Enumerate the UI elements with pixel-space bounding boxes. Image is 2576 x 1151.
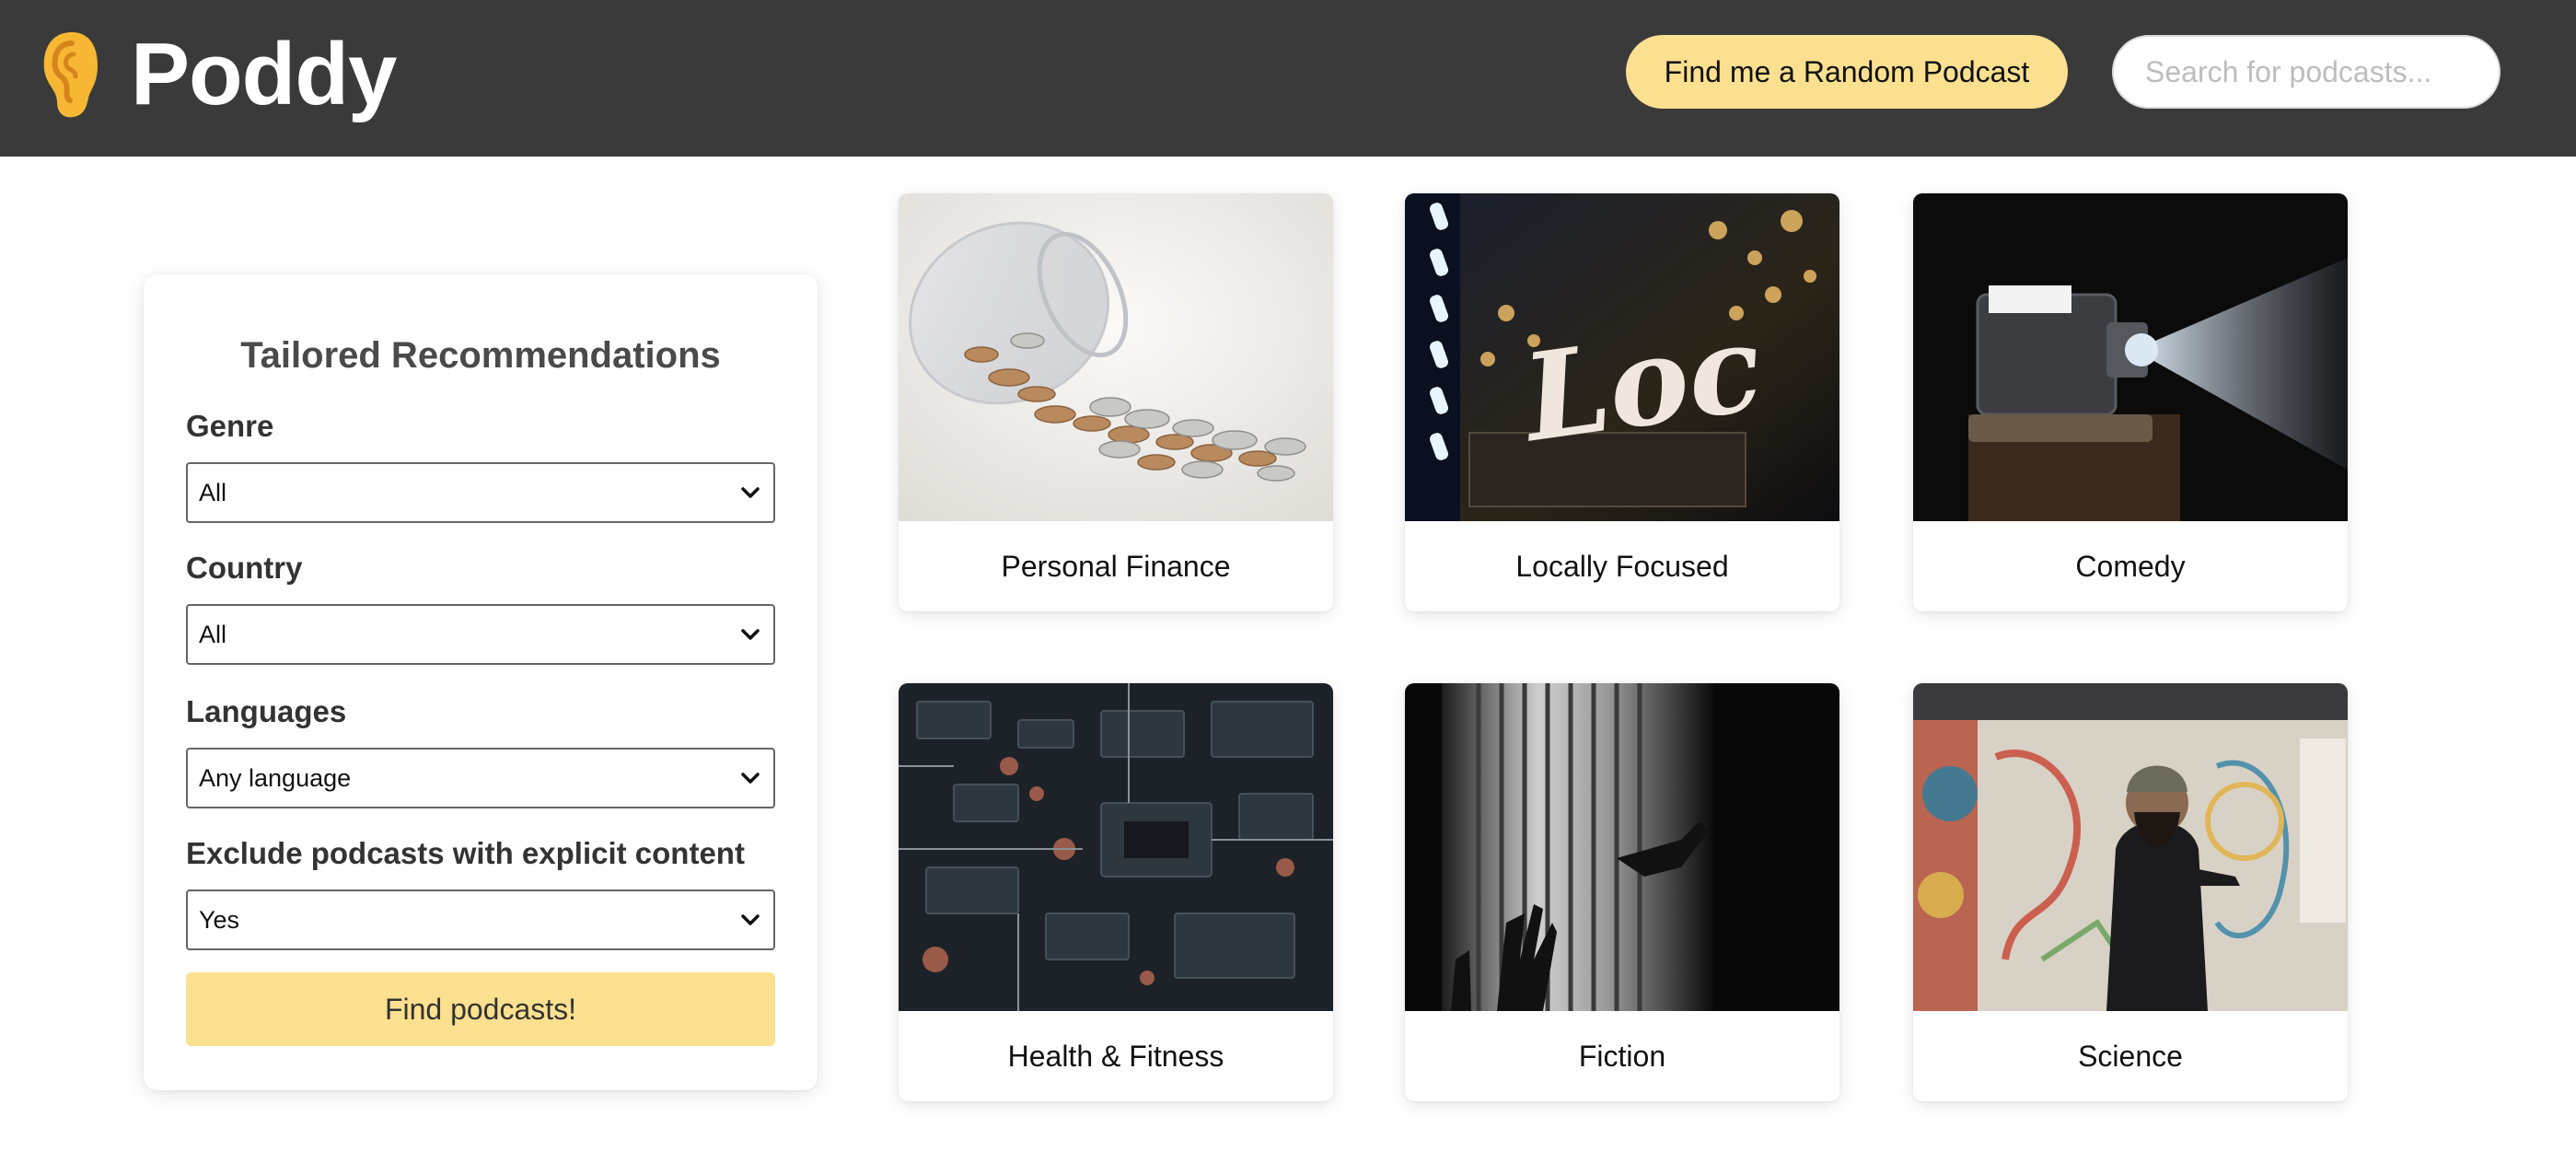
- category-label: Personal Finance: [1001, 549, 1231, 583]
- category-card-personal-finance[interactable]: Personal Finance: [899, 193, 1333, 611]
- category-card-fiction[interactable]: Fiction: [1405, 683, 1839, 1101]
- logo[interactable]: Poddy: [37, 24, 397, 125]
- languages-select[interactable]: Any language: [186, 748, 775, 808]
- chevron-down-icon: [741, 629, 760, 640]
- country-label: Country: [186, 551, 303, 585]
- search-input[interactable]: [2112, 35, 2501, 109]
- country-select[interactable]: All: [186, 604, 775, 665]
- explicit-select[interactable]: Yes: [186, 889, 775, 950]
- category-card-health-fitness[interactable]: Health & Fitness: [899, 683, 1333, 1101]
- top-header: Poddy Find me a Random Podcast: [0, 0, 2576, 157]
- category-label: Science: [2078, 1039, 2183, 1073]
- category-label: Fiction: [1578, 1039, 1666, 1073]
- circuit-board-image: [899, 683, 1333, 1011]
- find-podcasts-button[interactable]: Find podcasts!: [186, 972, 775, 1046]
- category-label: Locally Focused: [1515, 549, 1729, 583]
- genre-select[interactable]: All: [186, 462, 775, 523]
- genre-label: Genre: [186, 409, 274, 443]
- chevron-down-icon: [741, 773, 760, 784]
- app-title: Poddy: [131, 25, 397, 123]
- local-sign-image: Loc: [1405, 193, 1839, 521]
- category-label: Comedy: [2075, 549, 2186, 583]
- explicit-label: Exclude podcasts with explicit content: [186, 836, 745, 870]
- chevron-down-icon: [741, 914, 760, 925]
- category-label: Health & Fitness: [1007, 1039, 1224, 1073]
- category-card-locally-focused[interactable]: Loc Locally Focused: [1405, 193, 1839, 611]
- projector-image: [1913, 193, 2348, 521]
- panel-title: Tailored Recommendations: [240, 335, 721, 376]
- random-podcast-button[interactable]: Find me a Random Podcast: [1626, 35, 2068, 109]
- category-card-comedy[interactable]: Comedy: [1913, 193, 2348, 611]
- chevron-down-icon: [741, 487, 760, 498]
- category-card-science[interactable]: Science: [1913, 683, 2348, 1101]
- ear-icon: [43, 32, 98, 118]
- country-value: All: [199, 620, 227, 648]
- artist-mural-image: [1913, 683, 2348, 1011]
- coins-jar-image: [899, 193, 1333, 521]
- languages-value: Any language: [199, 763, 352, 792]
- genre-value: All: [199, 478, 227, 506]
- recommendations-panel: Tailored Recommendations Genre All Count…: [144, 274, 818, 1090]
- explicit-value: Yes: [199, 905, 240, 934]
- shadow-blinds-image: [1405, 683, 1839, 1011]
- languages-label: Languages: [186, 694, 347, 728]
